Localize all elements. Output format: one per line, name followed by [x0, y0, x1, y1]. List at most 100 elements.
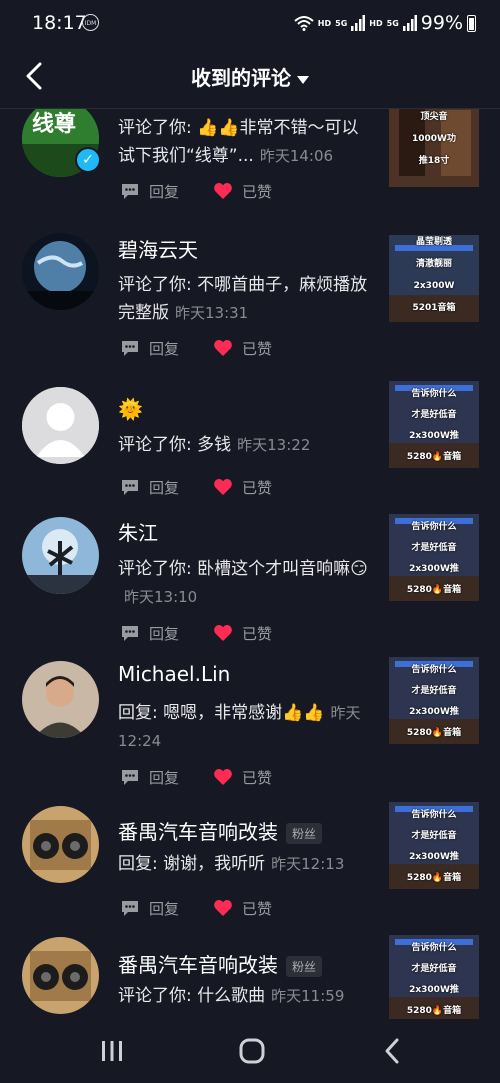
- status-icons: HD 5G HD 5G 99%: [294, 12, 476, 34]
- like-button[interactable]: 已赞: [213, 767, 272, 788]
- comment-item[interactable]: 线尊 ✓ 评论了你: 👍👍非常不错～可以试下我们“线尊”... 昨天14:06 回…: [0, 109, 500, 230]
- comment-text: 评论了你: 👍👍非常不错～可以试下我们“线尊”... 昨天14:06: [118, 114, 370, 170]
- comment-item[interactable]: 碧海云天 评论了你: 不哪首曲子，麻烦播放完整版 昨天13:31 回复 已赞 晶莹…: [0, 233, 500, 373]
- avatar[interactable]: [22, 517, 99, 594]
- thumbnail-caption-4: 5280🔥音箱: [406, 452, 462, 462]
- signal-icon-1: [351, 15, 366, 31]
- liked-label: 已赞: [242, 478, 273, 497]
- like-button[interactable]: 已赞: [213, 477, 272, 498]
- like-button[interactable]: 已赞: [213, 898, 272, 919]
- avatar[interactable]: [22, 806, 99, 883]
- five-g-label-1: 5G: [335, 18, 348, 28]
- video-thumbnail[interactable]: 告诉你什么 才是好低音 2x300W推 5280🔥音箱: [389, 514, 479, 601]
- comment-body: 评论了你: 多钱: [118, 435, 232, 455]
- fan-badge: 粉丝: [286, 956, 323, 977]
- commenter-name[interactable]: 番禺汽车音响改装 粉丝: [118, 816, 323, 845]
- commenter-name[interactable]: 番禺汽车音响改装 粉丝: [118, 949, 323, 978]
- comment-item[interactable]: Michael.Lin 回复: 嗯嗯，非常感谢👍👍 昨天12:24 回复 已赞 告…: [0, 657, 500, 801]
- page-title: 收到的评论: [191, 66, 291, 90]
- idm-badge: IDM: [82, 14, 99, 31]
- title-dropdown[interactable]: 收到的评论: [0, 62, 500, 91]
- recent-apps-button[interactable]: [82, 1031, 142, 1071]
- thumbnail-caption-2: 才是好低音: [411, 964, 457, 974]
- chat-bubble-icon: [122, 626, 138, 641]
- chevron-left-icon: [385, 1038, 399, 1064]
- like-button[interactable]: 已赞: [213, 338, 272, 359]
- reply-button[interactable]: 回复: [120, 767, 179, 788]
- commenter-name[interactable]: 🌞: [118, 397, 143, 421]
- commenter-name[interactable]: Michael.Lin: [118, 662, 230, 686]
- reply-button[interactable]: 回复: [120, 623, 179, 644]
- caret-down-icon: [297, 75, 309, 84]
- thumbnail-caption-3: 2x300W: [413, 281, 455, 291]
- signal-icon-2: [402, 15, 417, 31]
- thumbnail-caption-3: 2x300W推: [409, 985, 459, 995]
- thumbnail-caption-2: 才是好低音: [411, 543, 457, 553]
- chat-bubble-icon: [122, 184, 138, 199]
- avatar[interactable]: [22, 233, 99, 310]
- comment-time: 昨天13:31: [175, 304, 249, 322]
- avatar[interactable]: [22, 387, 99, 464]
- comment-item[interactable]: 番禺汽车音响改装 粉丝 回复: 谢谢，我听听 昨天12:13 回复 已赞 告诉你什么…: [0, 802, 500, 926]
- recent-apps-icon: [102, 1041, 122, 1061]
- chat-bubble-icon: [122, 901, 138, 916]
- thumbnail-caption-2: 才是好低音: [411, 410, 457, 420]
- thumbnail-caption-1: 告诉你什么: [411, 389, 457, 399]
- comment-actions: 回复 已赞: [120, 765, 272, 789]
- reply-button[interactable]: 回复: [120, 181, 179, 202]
- avatar[interactable]: [22, 937, 99, 1014]
- video-thumbnail[interactable]: 告诉你什么 才是好低音 2x300W推 5280🔥音箱: [389, 802, 479, 889]
- home-icon: [239, 1038, 265, 1064]
- video-thumbnail[interactable]: 晶莹剔透 清澈靓丽 2x300W 5201音箱: [389, 235, 479, 322]
- reply-label: 回复: [149, 182, 180, 201]
- thumbnail-caption-4: 5280🔥音箱: [406, 873, 462, 883]
- video-thumbnail[interactable]: 告诉你什么 才是好低音 2x300W推 5280🔥音箱: [389, 935, 479, 1019]
- reply-label: 回复: [149, 339, 180, 358]
- commenter-name[interactable]: 碧海云天: [118, 234, 198, 263]
- comment-actions: 回复 已赞: [120, 475, 272, 499]
- heart-icon: [214, 769, 232, 785]
- video-thumbnail[interactable]: 告诉你什么 才是好低音 2x300W推 5280🔥音箱: [389, 381, 479, 468]
- system-back-button[interactable]: [362, 1031, 422, 1071]
- reply-label: 回复: [149, 478, 180, 497]
- default-avatar-icon: [22, 387, 99, 464]
- thumbnail-caption-4: 5201音箱: [412, 303, 456, 313]
- verified-icon: ✓: [75, 147, 101, 173]
- reply-button[interactable]: 回复: [120, 477, 179, 498]
- system-nav-bar: [0, 1019, 500, 1083]
- home-button[interactable]: [222, 1031, 282, 1071]
- liked-label: 已赞: [242, 768, 273, 787]
- thumbnail-caption-1: 顶尖音: [420, 112, 448, 122]
- reply-button[interactable]: 回复: [120, 338, 179, 359]
- reply-button[interactable]: 回复: [120, 898, 179, 919]
- comment-time: 昨天13:10: [124, 588, 198, 606]
- comment-time: 昨天11:59: [271, 987, 345, 1005]
- commenter-name[interactable]: 朱江: [118, 517, 158, 546]
- like-button[interactable]: 已赞: [213, 181, 272, 202]
- comment-body: 评论了你: 卧槽这个才叫音响嘛😏: [118, 559, 368, 579]
- comment-time: 昨天14:06: [259, 147, 334, 165]
- commenter-name-text: 番禺汽车音响改装: [118, 820, 278, 844]
- header: 收到的评论: [0, 46, 500, 108]
- comment-body: 评论了你: 什么歌曲: [118, 986, 266, 1006]
- heart-icon: [214, 625, 232, 641]
- comment-item[interactable]: 番禺汽车音响改装 粉丝 评论了你: 什么歌曲 昨天11:59 告诉你什么 才是好低音…: [0, 935, 500, 1019]
- comment-time: 昨天12:13: [271, 855, 345, 873]
- comment-item[interactable]: 朱江 评论了你: 卧槽这个才叫音响嘛😏 昨天13:10 回复 已赞 告诉你什么 才…: [0, 514, 500, 657]
- reply-label: 回复: [149, 899, 180, 918]
- thumbnail-caption-1: 告诉你什么: [411, 810, 457, 820]
- fan-badge: 粉丝: [286, 823, 323, 844]
- reply-label: 回复: [149, 624, 180, 643]
- video-thumbnail[interactable]: 顶尖音 1000W功 推18寸: [389, 109, 479, 187]
- comment-list[interactable]: 线尊 ✓ 评论了你: 👍👍非常不错～可以试下我们“线尊”... 昨天14:06 回…: [0, 109, 500, 1019]
- avatar[interactable]: [22, 661, 99, 738]
- heart-icon: [214, 900, 232, 916]
- comment-body: 回复: 谢谢，我听听: [118, 854, 266, 874]
- like-button[interactable]: 已赞: [213, 623, 272, 644]
- comment-text: 回复: 谢谢，我听听 昨天12:13: [118, 850, 370, 878]
- chat-bubble-icon: [122, 341, 138, 356]
- comment-item[interactable]: 🌞 评论了你: 多钱 昨天13:22 回复 已赞 告诉你什么 才是好低音 2x30…: [0, 381, 500, 507]
- video-thumbnail[interactable]: 告诉你什么 才是好低音 2x300W推 5280🔥音箱: [389, 657, 479, 744]
- comment-body: 回复: 嗯嗯，非常感谢👍👍: [118, 703, 325, 723]
- commenter-name-text: 番禺汽车音响改装: [118, 953, 278, 977]
